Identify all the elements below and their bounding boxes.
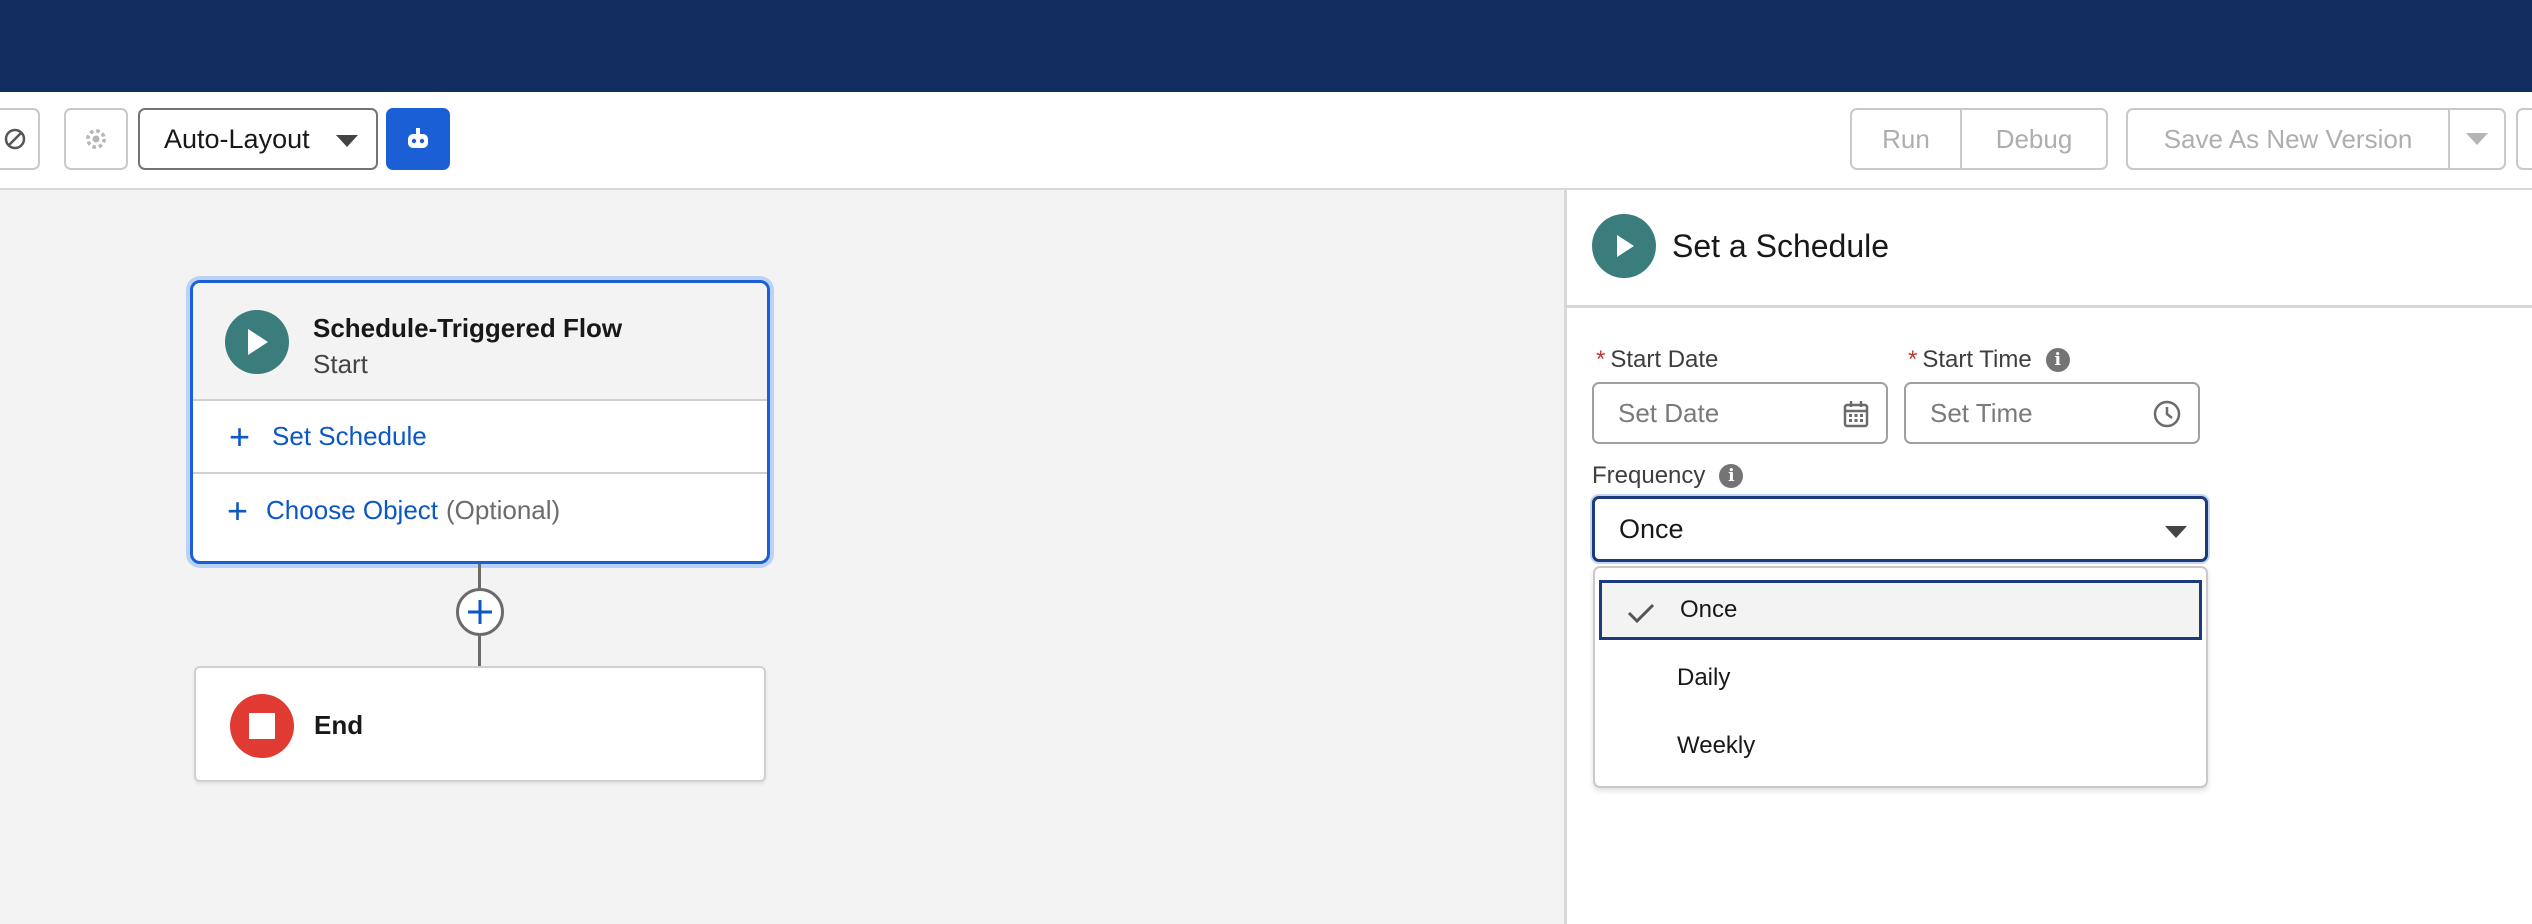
start-node-icon (225, 310, 289, 374)
end-node-card[interactable]: End (194, 666, 766, 782)
check-icon (1627, 603, 1655, 624)
connector-line (478, 564, 481, 588)
end-node-icon (230, 694, 294, 758)
info-icon[interactable]: i (2045, 348, 2070, 372)
frequency-label: Frequency i (1592, 462, 1744, 490)
start-node-subtitle: Start (313, 349, 368, 379)
start-node-header[interactable]: Schedule-Triggered Flow Start (193, 283, 767, 401)
frequency-label-text: Frequency (1592, 462, 1706, 489)
panel-title: Set a Schedule (1672, 228, 1890, 264)
robot-icon (408, 128, 428, 148)
start-node-title: Schedule-Triggered Flow (313, 313, 623, 343)
option-label: Weekly (1677, 732, 1756, 759)
layout-select-value: Auto-Layout (164, 123, 310, 154)
deactivate-button[interactable] (0, 108, 40, 170)
info-icon[interactable]: i (1719, 464, 1744, 488)
add-element-button[interactable] (456, 588, 504, 636)
start-time-label: * Start Time i (1908, 346, 2070, 374)
plus-icon (468, 600, 492, 624)
plus-icon: + (229, 415, 251, 457)
start-time-placeholder: Set Time (1930, 397, 2033, 428)
overflow-button[interactable] (2516, 108, 2532, 170)
frequency-combobox[interactable]: Once (1592, 496, 2208, 562)
panel-header: Set a Schedule (1567, 190, 2532, 308)
chevron-down-icon (2466, 133, 2488, 145)
frequency-option-daily[interactable]: Daily (1599, 648, 2202, 708)
start-node-card[interactable]: Schedule-Triggered Flow Start + Set Sche… (190, 280, 770, 564)
play-icon (248, 329, 268, 355)
save-as-new-version-button[interactable]: Save As New Version (2126, 108, 2450, 170)
chevron-down-icon (336, 135, 358, 147)
frequency-option-weekly[interactable]: Weekly (1599, 716, 2202, 776)
choose-object-label: Choose Object (266, 495, 439, 525)
save-as-new-version-label: Save As New Version (2163, 123, 2413, 154)
settings-button[interactable] (64, 108, 128, 170)
choose-object-link[interactable]: + Choose Object (Optional) (193, 474, 767, 547)
stop-icon (249, 713, 275, 739)
debug-button[interactable]: Debug (1960, 108, 2108, 170)
frequency-option-once[interactable]: Once (1599, 580, 2202, 640)
set-schedule-label: Set Schedule (272, 421, 427, 451)
einstein-assistant-button[interactable] (386, 108, 450, 170)
start-time-label-text: Start Time (1922, 346, 2032, 373)
plus-icon: + (227, 489, 249, 531)
start-icon (1592, 214, 1656, 278)
play-icon (1617, 235, 1634, 257)
optional-label: (Optional) (446, 495, 561, 525)
option-label: Daily (1677, 664, 1731, 691)
frequency-listbox: Once Daily Weekly (1593, 566, 2208, 788)
start-date-placeholder: Set Date (1618, 397, 1720, 428)
ban-icon (4, 128, 26, 150)
set-schedule-link[interactable]: + Set Schedule (193, 401, 767, 474)
end-node-title: End (314, 710, 364, 740)
layout-select[interactable]: Auto-Layout (138, 108, 378, 170)
connector-line (478, 636, 481, 666)
run-label: Run (1882, 123, 1930, 154)
builder-toolbar: Auto-Layout Run Debug Save As New Versio… (0, 92, 2532, 190)
gear-icon (86, 129, 106, 149)
chevron-down-icon (2165, 526, 2187, 538)
clock-icon[interactable] (2152, 399, 2182, 429)
debug-label: Debug (1995, 123, 2073, 154)
start-date-label: * Start Date (1596, 346, 1718, 374)
option-label: Once (1680, 596, 1738, 623)
save-menu-button[interactable] (2448, 108, 2506, 170)
required-asterisk: * (1596, 346, 1606, 373)
start-date-input[interactable]: Set Date (1592, 382, 1888, 444)
start-time-input[interactable]: Set Time (1904, 382, 2200, 444)
start-date-label-text: Start Date (1610, 346, 1719, 373)
calendar-icon[interactable] (1842, 399, 1870, 429)
global-header (0, 0, 2532, 92)
required-asterisk: * (1908, 346, 1918, 373)
run-button[interactable]: Run (1850, 108, 1962, 170)
frequency-value: Once (1619, 513, 1684, 544)
